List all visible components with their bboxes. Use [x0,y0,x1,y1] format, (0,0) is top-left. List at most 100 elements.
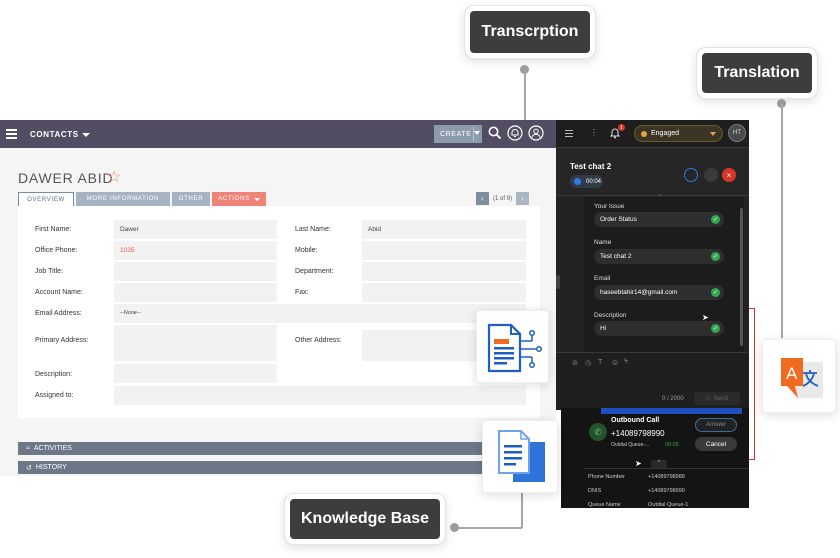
call-title: Outbound Call [611,417,660,424]
answer-button[interactable]: Answer [695,418,737,432]
primary-address-value[interactable] [114,325,277,361]
translation-app-tile: A [762,339,836,413]
transcription-callout: Transcrption [470,11,590,53]
chevron-down-icon [710,132,716,136]
department-value[interactable] [362,262,526,281]
history-subpanel-header[interactable]: ↺ HISTORY [18,461,540,474]
form-label-issue: Your Issue [594,203,625,210]
record-pager: ‹ (1 of 9) › [476,192,530,205]
form-value-name: Test chat 2 ✓ [594,249,724,264]
office-phone-value[interactable]: 1035 [114,241,277,260]
chat-title: Test chat 2 [570,162,612,171]
mobile-label: Mobile: [295,247,318,254]
primary-address-label: Primary Address: [35,337,89,344]
mobile-value[interactable] [362,241,526,260]
user-profile-icon[interactable] [528,125,544,141]
chat-scrollbar[interactable] [740,208,743,346]
expand-details-icon[interactable]: ^ [651,460,667,468]
collapse-left-handle[interactable] [556,275,560,289]
create-button[interactable]: CREATE [434,125,482,143]
tab-overview[interactable]: OVERVIEW [18,192,74,206]
search-icon[interactable] [487,125,503,141]
activities-subpanel-header[interactable]: ≈ ACTIVITIES [18,442,540,455]
account-name-label: Account Name: [35,289,83,296]
end-chat-icon[interactable]: × [722,168,736,182]
actions-label: ACTIONS [218,196,250,202]
avatar[interactable]: HT [728,124,746,142]
other-address-label: Other Address: [295,337,342,344]
text-format-icon[interactable]: T [598,359,602,366]
form-value-description: Hi ✓ [594,321,724,336]
form-label-name: Name [594,239,612,246]
detail-tabs: OVERVIEW MORE INFORMATION OTHER ACTIONS [18,192,266,206]
knowledge-base-icon [498,430,545,482]
next-record-button[interactable]: › [516,192,530,205]
dnis-value: +14089798990 [648,488,685,494]
actions-dropdown[interactable]: ACTIONS [212,192,266,206]
contacts-menu-label: CONTACTS [30,130,79,139]
knowledge-base-callout-label: Knowledge Base [300,510,430,527]
knowledge-base-connector-line-h [458,527,522,529]
check-icon: ✓ [711,288,720,297]
send-button-label: Send [713,395,728,402]
queue-name-value: Outdial Queue-1 [648,502,689,508]
contacts-menu[interactable]: CONTACTS [30,130,90,139]
menu-icon[interactable] [6,129,17,141]
svg-text:A: A [786,364,798,383]
phone-number-value: +14089798989 [648,474,685,480]
notifications-icon[interactable] [507,125,523,141]
job-title-label: Job Title: [35,268,64,275]
activities-icon: ≈ [26,445,30,452]
create-button-label: CREATE [440,130,472,138]
favorite-star-icon[interactable]: ☆ [107,167,121,187]
assigned-to-value[interactable] [114,386,526,405]
tab-other[interactable]: OTHER [172,192,210,206]
department-label: Department: [295,268,334,275]
agent-status-dropdown[interactable]: Engaged [634,125,723,142]
job-title-value[interactable] [114,262,277,281]
queue-name-label: Queue Name [588,502,621,508]
phone-icon: ✆ [589,423,607,441]
history-icon[interactable]: ◷ [585,359,591,367]
email-address-value[interactable]: --None-- [114,304,526,323]
chat-toolbar: ⋮ 1 Engaged HT [556,120,749,148]
phone-number-label: Phone Number [588,474,625,480]
form-value-email: haseebtahir14@gmail.com ✓ [594,285,724,300]
check-icon: ✓ [711,252,720,261]
chat-header [556,148,749,196]
attachment-icon[interactable]: ⊘ [572,359,578,367]
tab-more-information[interactable]: MORE INFORMATION [76,192,170,206]
last-name-label: Last Name: [295,226,331,233]
pager-text: (1 of 9) [493,195,513,202]
quick-reply-icon[interactable]: ϟ [624,358,628,365]
conference-icon[interactable] [704,168,718,182]
fax-value[interactable] [362,283,526,302]
menu-icon[interactable] [565,130,573,137]
description-value[interactable] [114,364,277,383]
send-button[interactable]: ▷ Send [694,392,740,405]
page-title: DAWER ABID [18,170,114,186]
history-icon: ↺ [26,464,32,472]
contact-details-panel: First Name: Dawer Last Name: Abid Office… [18,206,540,418]
knowledge-base-callout: Knowledge Base [290,499,440,539]
form-label-email: Email [594,275,611,282]
mouse-cursor-icon: ➤ [635,459,642,468]
call-progress-bar [601,408,742,414]
form-label-description: Description [594,312,627,319]
account-name-value[interactable] [114,283,277,302]
transcription-callout-label: Transcrption [481,23,579,40]
cancel-button[interactable]: Cancel [695,437,737,451]
agent-status-label: Engaged [651,130,680,137]
character-counter: 0 / 2000 [662,396,684,402]
previous-record-button[interactable]: ‹ [476,192,489,205]
emoji-icon[interactable]: ☺ [611,358,619,367]
last-name-value[interactable]: Abid [362,220,526,239]
first-name-value[interactable]: Dawer [114,220,277,239]
translation-callout-label: Translation [714,64,800,81]
form-value-email-text: haseebtahir14@gmail.com [600,289,678,296]
form-value-issue: Order Status ✓ [594,212,724,227]
description-label: Description: [35,371,72,378]
scroll-up-icon[interactable]: ⌃ [658,194,663,201]
more-options-icon[interactable]: ⋮ [590,128,598,137]
transfer-icon[interactable] [684,168,698,182]
